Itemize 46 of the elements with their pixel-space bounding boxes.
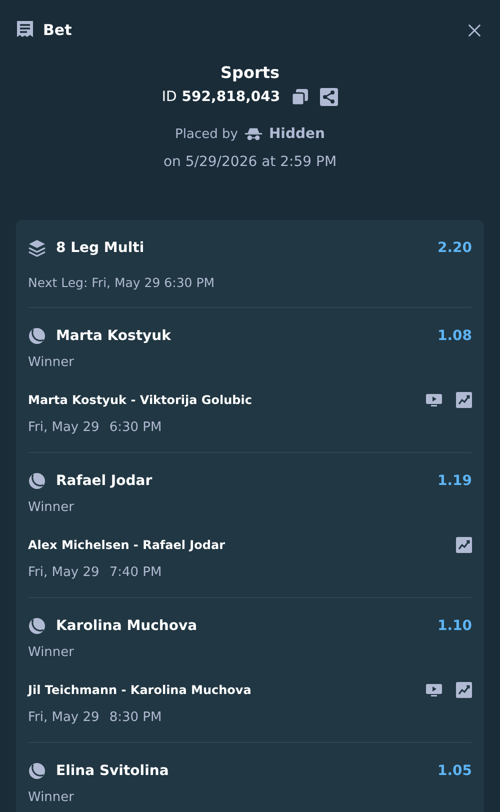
bet-category: Sports xyxy=(220,63,280,82)
tv-play-icon[interactable] xyxy=(426,392,442,408)
chart-icon[interactable] xyxy=(456,682,472,698)
match-date: Fri, May 29 xyxy=(28,565,100,580)
match-name: Jil Teichmann - Karolina Muchova xyxy=(28,683,252,697)
selection-name: Rafael Jodar xyxy=(56,473,154,489)
bet-id-label: ID xyxy=(162,89,177,105)
match-name: Marta Kostyuk - Viktorija Golubic xyxy=(28,393,253,407)
selection-name: Elina Svitolina xyxy=(56,763,170,779)
copy-icon[interactable] xyxy=(291,88,310,106)
modal-title: Bet xyxy=(43,21,72,39)
tennis-ball-icon xyxy=(28,472,46,490)
bet-id: 592,818,043 xyxy=(182,89,280,105)
tennis-ball-icon xyxy=(28,327,46,345)
market-name: Winner xyxy=(28,790,76,805)
multi-title: 8 Leg Multi xyxy=(56,240,146,256)
market-name: Winner xyxy=(28,500,76,515)
share-icon[interactable] xyxy=(320,88,338,106)
odds: 2.20 xyxy=(437,240,472,256)
next-leg-time: Next Leg: Fri, May 29 6:30 PM xyxy=(28,275,216,290)
receipt-icon xyxy=(16,20,34,40)
tennis-ball-icon xyxy=(28,617,46,635)
placed-by-user: Hidden xyxy=(268,126,325,142)
selection-name: Marta Kostyuk xyxy=(56,328,172,344)
match-date: Fri, May 29 xyxy=(28,420,100,435)
selection-name: Karolina Muchova xyxy=(56,618,198,634)
close-icon[interactable] xyxy=(467,22,482,38)
chart-icon[interactable] xyxy=(456,392,472,408)
odds: 1.05 xyxy=(437,763,472,779)
odds: 1.19 xyxy=(437,473,472,489)
layers-icon xyxy=(28,239,46,257)
tennis-ball-icon xyxy=(28,762,46,780)
odds: 1.10 xyxy=(437,618,472,634)
match-name: Alex Michelsen - Rafael Jodar xyxy=(28,538,226,552)
chart-icon[interactable] xyxy=(456,537,472,553)
market-name: Winner xyxy=(28,645,76,660)
incognito-icon xyxy=(244,127,263,141)
market-name: Winner xyxy=(28,355,76,370)
placed-date: on 5/29/2026 at 2:59 PM xyxy=(163,154,337,170)
odds: 1.08 xyxy=(437,328,472,344)
match-time: 7:40 PM xyxy=(109,565,162,580)
placed-by-label: Placed by xyxy=(175,126,238,142)
match-time: 6:30 PM xyxy=(109,420,162,435)
match-time: 8:30 PM xyxy=(109,710,162,725)
match-date: Fri, May 29 xyxy=(28,710,100,725)
tv-play-icon[interactable] xyxy=(426,682,442,698)
